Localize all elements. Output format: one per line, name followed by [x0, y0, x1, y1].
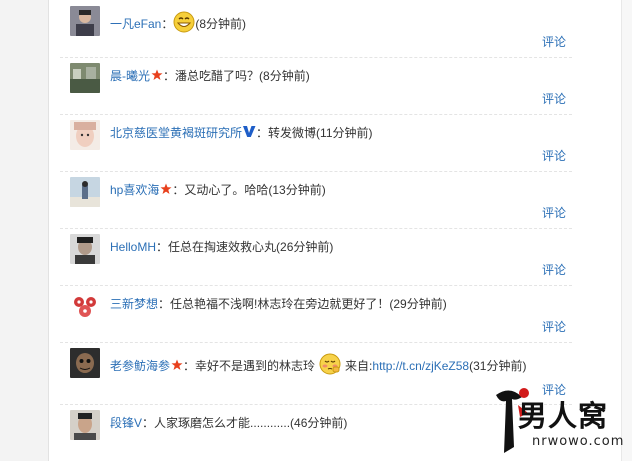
comment-line: 三新梦想：任总艳福不浅啊!林志玲在旁边就更好了！(29分钟前) — [110, 296, 447, 312]
comment-text: 任总艳福不浅啊!林志玲在旁边就更好了！ — [170, 297, 390, 311]
comment-text: 又动心了。哈哈 — [184, 183, 269, 197]
comment-item: hp喜欢海 ：又动心了。哈哈(13分钟前) 评论 — [60, 171, 572, 229]
comment-separator: ： — [161, 17, 174, 31]
comment-line: 老参鲂海参 ：幸好不是遇到的林志玲 来自:http://t.cn/zjKeZ58(3… — [110, 353, 526, 379]
comment-time: (31分钟前) — [469, 359, 527, 373]
avatar[interactable] — [70, 410, 100, 440]
comment-separator: ： — [158, 297, 171, 311]
verified-v-icon — [242, 125, 256, 138]
comment-author[interactable]: 老参鲂海参 — [110, 359, 170, 373]
reply-link[interactable]: 评论 — [542, 261, 566, 278]
comment-time: (8分钟前) — [195, 17, 247, 31]
comment-separator: ： — [172, 183, 185, 197]
comment-line: HelloMH：任总在掏速效救心丸(26分钟前) — [110, 239, 333, 255]
comment-text: 潘总吃醋了吗？ — [175, 69, 260, 83]
comment-line: hp喜欢海 ：又动心了。哈哈(13分钟前) — [110, 182, 326, 198]
comment-time: (46分钟前) — [290, 416, 348, 430]
comment-separator: ： — [183, 359, 196, 373]
comment-separator: ： — [163, 69, 176, 83]
comment-time: (13分钟前) — [268, 183, 326, 197]
reply-link[interactable]: 评论 — [542, 33, 566, 50]
avatar[interactable] — [70, 234, 100, 264]
comment-item: HelloMH：任总在掏速效救心丸(26分钟前) 评论 — [60, 228, 572, 286]
comment-line: 晨-曦光 ：潘总吃醋了吗？(8分钟前) — [110, 68, 310, 84]
comment-time: (29分钟前) — [389, 297, 447, 311]
comment-line: 北京慈医堂黄褐斑研究所 ：转发微博(11分钟前) — [110, 125, 373, 141]
member-star-icon — [160, 183, 172, 195]
comment-text: 任总在掏速效救心丸 — [168, 240, 277, 254]
comment-author[interactable]: HelloMH — [110, 240, 156, 254]
comment-time: (8分钟前) — [259, 69, 310, 83]
comment-author[interactable]: 段锋V — [110, 416, 142, 430]
avatar[interactable] — [70, 63, 100, 93]
comment-time: (26分钟前) — [276, 240, 334, 254]
avatar[interactable] — [70, 348, 100, 378]
comment-separator: ： — [256, 126, 269, 140]
source-label: 来自: — [345, 359, 373, 373]
member-star-icon — [151, 69, 163, 81]
left-sidebar-gutter — [0, 0, 49, 461]
comment-line: 段锋V：人家琢磨怎么才能............(46分钟前) — [110, 415, 347, 431]
comment-separator: ： — [142, 416, 155, 430]
comment-text: 转发微博 — [268, 126, 317, 140]
shy-emoji-icon — [319, 353, 341, 379]
comment-line: 一凡eFan： (8分钟前) — [110, 11, 246, 37]
comment-item: 北京慈医堂黄褐斑研究所 ：转发微博(11分钟前) 评论 — [60, 114, 572, 172]
watermark-url: nrwowo.com — [532, 434, 625, 449]
avatar[interactable] — [70, 120, 100, 150]
comment-author[interactable]: hp喜欢海 — [110, 183, 159, 197]
comment-item: 三新梦想：任总艳福不浅啊!林志玲在旁边就更好了！(29分钟前) 评论 — [60, 285, 572, 343]
reply-link[interactable]: 评论 — [542, 318, 566, 335]
site-watermark: 男人窝 nrwowo.com — [490, 385, 630, 461]
avatar[interactable] — [70, 6, 100, 36]
avatar[interactable] — [70, 291, 100, 321]
comment-item: 晨-曦光 ：潘总吃醋了吗？(8分钟前) 评论 — [60, 57, 572, 115]
comment-author[interactable]: 晨-曦光 — [110, 69, 150, 83]
comment-separator: ： — [156, 240, 169, 254]
comment-author[interactable]: 北京慈医堂黄褐斑研究所 — [110, 126, 242, 140]
reply-link[interactable]: 评论 — [542, 147, 566, 164]
grin-emoji-icon — [173, 11, 195, 37]
comment-text: 人家琢磨怎么才能............ — [154, 416, 291, 430]
avatar[interactable] — [70, 177, 100, 207]
comment-time: (11分钟前) — [316, 126, 373, 140]
comment-author[interactable]: 一凡eFan — [110, 17, 161, 31]
comment-author[interactable]: 三新梦想 — [110, 297, 158, 311]
comment-item: 一凡eFan： (8分钟前) 评论 — [60, 0, 572, 58]
member-star-icon — [171, 359, 183, 371]
comment-text: 幸好不是遇到的林志玲 — [195, 359, 316, 373]
source-link[interactable]: http://t.cn/zjKeZ58 — [372, 359, 469, 373]
reply-link[interactable]: 评论 — [542, 204, 566, 221]
watermark-brand: 男人窝 — [518, 399, 609, 433]
reply-link[interactable]: 评论 — [542, 90, 566, 107]
